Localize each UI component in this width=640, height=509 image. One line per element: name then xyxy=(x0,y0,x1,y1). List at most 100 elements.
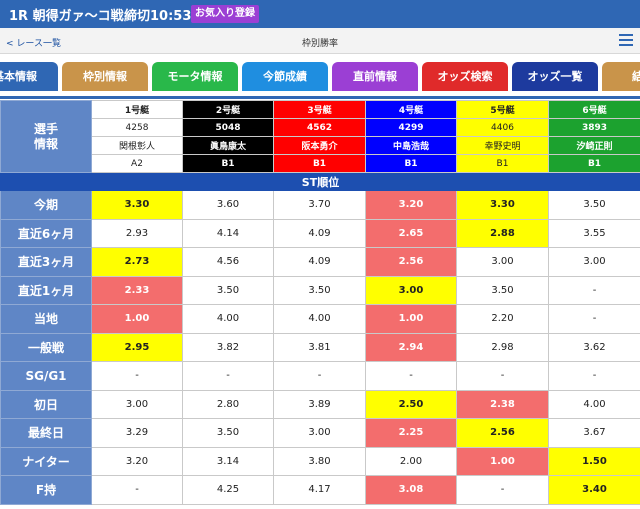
boat-number-label: 3号艇 xyxy=(273,100,366,119)
st-value-cell: 3.50 xyxy=(182,275,274,305)
st-value-cell: - xyxy=(91,361,183,391)
st-value-cell: 3.40 xyxy=(548,475,640,505)
st-value-cell: 2.88 xyxy=(456,218,549,248)
player-registration-number: 4562 xyxy=(273,118,366,137)
tab-frame-info[interactable]: 枠別情報 xyxy=(62,62,148,91)
st-value-cell: 3.60 xyxy=(182,190,274,220)
st-value-cell: 4.25 xyxy=(182,475,274,505)
st-value-cell: 3.00 xyxy=(273,418,366,448)
player-registration-number: 4258 xyxy=(91,118,183,137)
tab-results[interactable]: 結 xyxy=(602,62,640,91)
st-value-cell: 4.17 xyxy=(273,475,366,505)
st-value-cell: 3.08 xyxy=(365,475,457,505)
st-value-cell: 4.09 xyxy=(273,218,366,248)
st-value-cell: 2.98 xyxy=(456,332,549,362)
table-row: 今期 3.30 3.60 3.70 3.20 3.30 3.50 xyxy=(0,190,640,220)
player-registration-number: 3893 xyxy=(548,118,640,137)
st-value-cell: 3.50 xyxy=(182,418,274,448)
st-value-cell: 2.50 xyxy=(365,389,457,419)
tab-bar: 基本情報 枠別情報 モータ情報 今節成績 直前情報 オッズ検索 オッズ一覧 結 xyxy=(0,54,640,99)
tab-odds-list[interactable]: オッズ一覧 xyxy=(512,62,598,91)
st-value-cell: - xyxy=(456,361,549,391)
st-value-cell: 3.50 xyxy=(273,275,366,305)
row-label: ナイター xyxy=(0,446,92,476)
st-value-cell: 3.00 xyxy=(456,247,549,277)
st-value-cell: 2.95 xyxy=(91,332,183,362)
st-value-cell: 2.20 xyxy=(456,304,549,334)
st-value-cell: - xyxy=(91,475,183,505)
table-row: ナイター 3.20 3.14 3.80 2.00 1.00 1.50 xyxy=(0,446,640,476)
st-value-cell: - xyxy=(548,304,640,334)
player-class: A2 xyxy=(91,154,183,173)
st-value-cell: 4.09 xyxy=(273,247,366,277)
player-name: 中島浩哉 xyxy=(365,136,457,155)
table-row: F持 -4.25 4.17 3.08-3.40 xyxy=(0,475,640,505)
st-value-cell: 3.82 xyxy=(182,332,274,362)
favorite-button[interactable]: お気入り登録 xyxy=(191,5,259,23)
st-value-cell: 2.25 xyxy=(365,418,457,448)
player-registration-number: 4299 xyxy=(365,118,457,137)
row-label: 最終日 xyxy=(0,418,92,448)
st-value-cell: - xyxy=(456,475,549,505)
race-title: 1R 朝得ガァ〜コ戦 xyxy=(9,9,124,24)
tab-basic-info[interactable]: 基本情報 xyxy=(0,62,58,91)
hamburger-menu-icon[interactable] xyxy=(619,34,633,46)
player-name: 阪本勇介 xyxy=(273,136,366,155)
player-class: B1 xyxy=(548,154,640,173)
player-name: 関根彰人 xyxy=(91,136,183,155)
deadline-time: 締切10:53 xyxy=(124,9,192,24)
st-value-cell: 4.14 xyxy=(182,218,274,248)
tab-pre-race-info[interactable]: 直前情報 xyxy=(332,62,418,91)
st-value-cell: 2.93 xyxy=(91,218,183,248)
st-value-cell: 3.20 xyxy=(91,446,183,476)
st-value-cell: 3.89 xyxy=(273,389,366,419)
player-name: 汐崎正則 xyxy=(548,136,640,155)
st-value-cell: - xyxy=(548,275,640,305)
table-row: 直近1ヶ月 2.33 3.50 3.50 3.00 3.50- xyxy=(0,275,640,305)
row-label: 今期 xyxy=(0,190,92,220)
st-value-cell: 3.50 xyxy=(456,275,549,305)
st-value-cell: - xyxy=(182,361,274,391)
st-value-cell: 2.00 xyxy=(365,446,457,476)
page-title: 枠別勝率 xyxy=(301,39,338,49)
st-value-cell: 4.00 xyxy=(182,304,274,334)
st-value-cell: 3.14 xyxy=(182,446,274,476)
player-name: 眞鳥康太 xyxy=(182,136,274,155)
st-value-cell: 1.00 xyxy=(91,304,183,334)
st-value-cell: 3.30 xyxy=(456,190,549,220)
boat-number-label: 1号艇 xyxy=(91,100,183,119)
st-value-cell: 3.62 xyxy=(548,332,640,362)
st-value-cell: 1.50 xyxy=(548,446,640,476)
st-value-cell: 3.55 xyxy=(548,218,640,248)
table-row: 最終日 3.29 3.50 3.00 2.25 2.56 3.67 xyxy=(0,418,640,448)
st-value-cell: 2.56 xyxy=(456,418,549,448)
table-row: 直近3ヶ月 2.73 4.56 4.09 2.56 3.00 3.00 xyxy=(0,247,640,277)
table-row: SG/G1- - - - - - xyxy=(0,361,640,391)
st-value-cell: 4.00 xyxy=(273,304,366,334)
st-value-cell: 3.67 xyxy=(548,418,640,448)
tab-current-results[interactable]: 今節成績 xyxy=(242,62,328,91)
st-ranking-table: 選手 情報 1号艇 2号艇 3号艇 4号艇 5号艇 6号艇 4258 5048 4562 429… xyxy=(0,100,640,505)
boat-number-label: 6号艇 xyxy=(548,100,640,119)
st-value-cell: 3.30 xyxy=(91,190,183,220)
st-value-cell: - xyxy=(273,361,366,391)
tab-motor-info[interactable]: モータ情報 xyxy=(152,62,238,91)
tab-odds-search[interactable]: オッズ検索 xyxy=(422,62,508,91)
st-value-cell: 4.00 xyxy=(548,389,640,419)
boat-number-label: 4号艇 xyxy=(365,100,457,119)
sub-header: < レース一覧 枠別勝率 xyxy=(0,28,640,54)
row-label: F持 xyxy=(0,475,92,505)
st-value-cell: 1.00 xyxy=(456,446,549,476)
st-value-cell: - xyxy=(365,361,457,391)
boat-number-label: 2号艇 xyxy=(182,100,274,119)
st-value-cell: 4.56 xyxy=(182,247,274,277)
st-value-cell: 3.00 xyxy=(365,275,457,305)
st-value-cell: - xyxy=(548,361,640,391)
table-row: 当地 1.00 4.00 4.00 1.00 2.20- xyxy=(0,304,640,334)
st-value-cell: 3.50 xyxy=(548,190,640,220)
table-row: 直近6ヶ月 2.93 4.14 4.09 2.65 2.88 3.55 xyxy=(0,218,640,248)
st-value-cell: 3.00 xyxy=(91,389,183,419)
row-label: 初日 xyxy=(0,389,92,419)
st-value-cell: 3.81 xyxy=(273,332,366,362)
table-row: 一般戦 2.95 3.82 3.81 2.94 2.98 3.62 xyxy=(0,332,640,362)
